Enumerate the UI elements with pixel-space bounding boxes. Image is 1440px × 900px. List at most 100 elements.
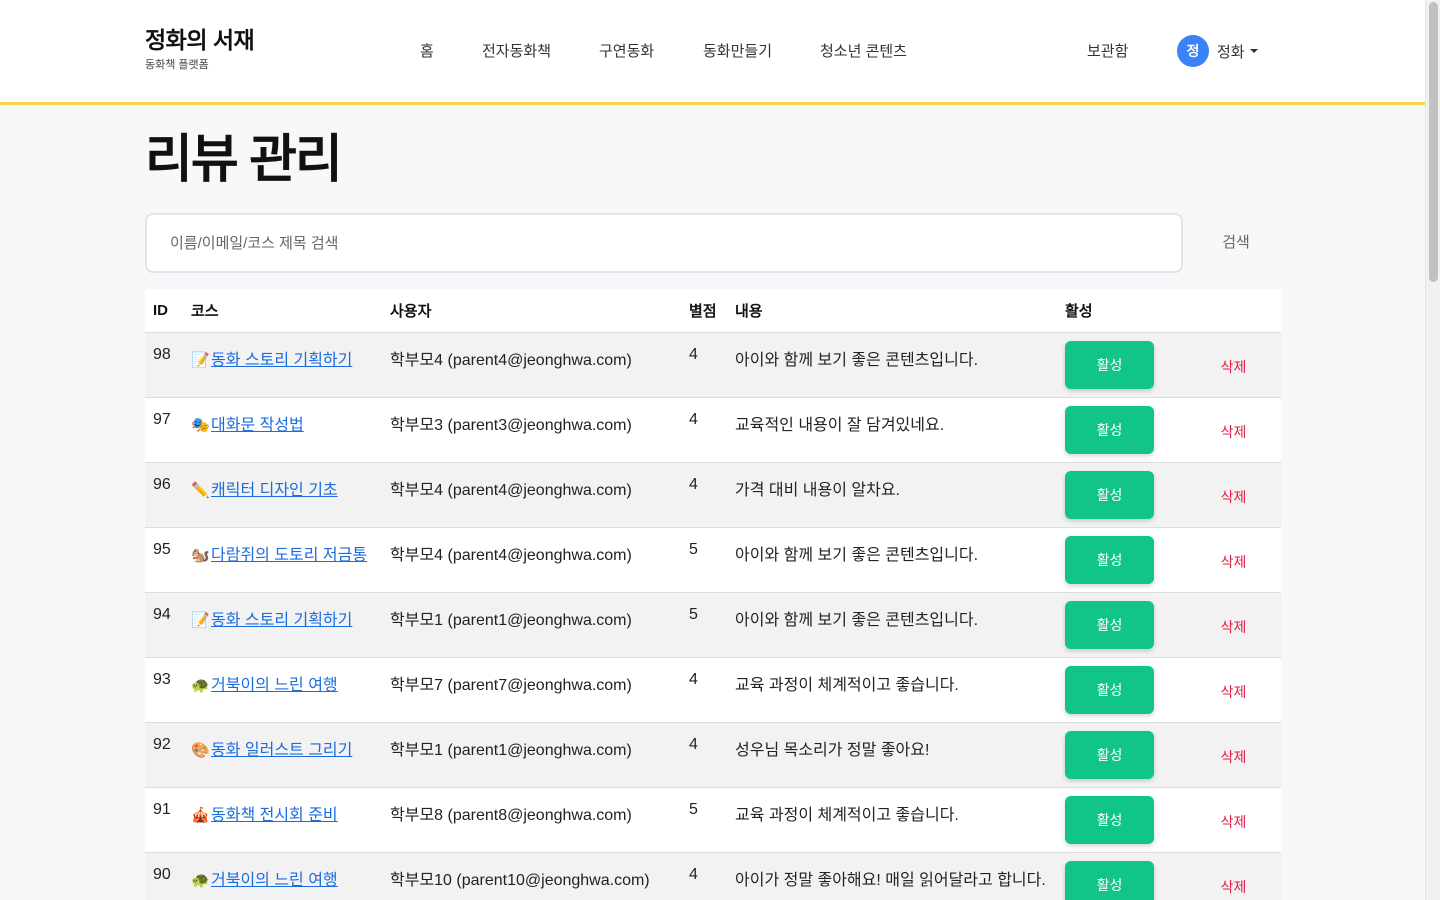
review-user: 학부모3 (parent3@jeonghwa.com) (390, 416, 632, 434)
active-toggle-button[interactable]: 활성 (1065, 600, 1154, 649)
table-row: 94 📝동화 스토리 기획하기 학부모1 (parent1@jeonghwa.com… (145, 592, 1281, 657)
course-link[interactable]: 📝동화 스토리 기획하기 (191, 612, 352, 629)
course-cell: 📝동화 스토리 기획하기 (183, 332, 382, 397)
caret-down-icon[interactable] (1249, 49, 1258, 53)
review-id: 97 (153, 410, 171, 428)
delete-cell: 삭제 (1170, 852, 1281, 900)
review-rating: 4 (689, 345, 698, 363)
active-toggle-button[interactable]: 활성 (1065, 340, 1154, 389)
delete-link[interactable]: 삭제 (1221, 489, 1247, 505)
active-toggle-button[interactable]: 활성 (1065, 665, 1154, 714)
active-toggle-button[interactable]: 활성 (1065, 730, 1154, 779)
course-link[interactable]: 📝동화 스토리 기획하기 (191, 352, 352, 369)
review-id: 92 (153, 735, 171, 753)
status-cell: 활성 (1057, 592, 1170, 657)
active-toggle-button[interactable]: 활성 (1065, 470, 1154, 519)
course-emoji-icon: 🐿️ (191, 546, 210, 564)
course-link[interactable]: 🐿️다람쥐의 도토리 저금통 (191, 547, 367, 564)
delete-link[interactable]: 삭제 (1221, 554, 1247, 570)
nav-youth-content[interactable]: 청소년 콘텐츠 (820, 40, 907, 61)
active-toggle-button[interactable]: 활성 (1065, 860, 1154, 900)
column-header-course: 코스 (191, 302, 219, 320)
nav-storytelling[interactable]: 구연동화 (599, 40, 654, 61)
course-cell: 🐢거북이의 느린 여행 (183, 657, 382, 722)
active-toggle-button[interactable]: 활성 (1065, 405, 1154, 454)
review-user: 학부모8 (parent8@jeonghwa.com) (390, 806, 632, 824)
course-cell: 📝동화 스토리 기획하기 (183, 592, 382, 657)
course-link[interactable]: ✏️캐릭터 디자인 기초 (191, 482, 338, 499)
user-menu[interactable]: 정 정화 (1177, 35, 1258, 67)
course-title[interactable]: 거북이의 느린 여행 (211, 677, 338, 694)
course-title[interactable]: 대화문 작성법 (211, 417, 304, 434)
nav-ebooks[interactable]: 전자동화책 (482, 40, 551, 61)
delete-link[interactable]: 삭제 (1221, 619, 1247, 635)
course-emoji-icon: ✏️ (191, 481, 210, 499)
course-title[interactable]: 동화책 전시회 준비 (211, 807, 338, 824)
status-cell: 활성 (1057, 852, 1170, 900)
delete-cell: 삭제 (1170, 462, 1281, 527)
status-cell: 활성 (1057, 397, 1170, 462)
table-row: 91 🎪동화책 전시회 준비 학부모8 (parent8@jeonghwa.com)… (145, 787, 1281, 852)
delete-link[interactable]: 삭제 (1221, 359, 1247, 375)
course-title[interactable]: 동화 스토리 기획하기 (211, 352, 352, 369)
table-body: 98 📝동화 스토리 기획하기 학부모4 (parent4@jeonghwa.com… (145, 332, 1281, 900)
active-toggle-button[interactable]: 활성 (1065, 535, 1154, 584)
course-cell: 🎭대화문 작성법 (183, 397, 382, 462)
status-cell: 활성 (1057, 332, 1170, 397)
delete-cell: 삭제 (1170, 722, 1281, 787)
course-cell: 🎨동화 일러스트 그리기 (183, 722, 382, 787)
course-title[interactable]: 동화 일러스트 그리기 (211, 742, 352, 759)
column-header-rating: 별점 (689, 302, 717, 320)
course-title[interactable]: 동화 스토리 기획하기 (211, 612, 352, 629)
table-row: 96 ✏️캐릭터 디자인 기초 학부모4 (parent4@jeonghwa.com… (145, 462, 1281, 527)
scrollbar-thumb[interactable] (1429, 2, 1438, 282)
page-title: 리뷰 관리 (145, 131, 343, 189)
avatar[interactable]: 정 (1177, 35, 1209, 67)
status-cell: 활성 (1057, 527, 1170, 592)
review-rating: 4 (689, 475, 698, 493)
review-rating: 5 (689, 540, 698, 558)
nav-story-making[interactable]: 동화만들기 (703, 40, 772, 61)
search-button[interactable]: 검색 (1222, 222, 1250, 264)
review-content: 교육 과정이 체계적이고 좋습니다. (735, 806, 959, 824)
course-link[interactable]: 🐢거북이의 느린 여행 (191, 872, 338, 889)
review-user: 학부모4 (parent4@jeonghwa.com) (390, 546, 632, 564)
course-link[interactable]: 🎭대화문 작성법 (191, 417, 304, 434)
delete-link[interactable]: 삭제 (1221, 424, 1247, 440)
review-id: 91 (153, 800, 171, 818)
delete-link[interactable]: 삭제 (1221, 879, 1247, 895)
review-user: 학부모4 (parent4@jeonghwa.com) (390, 351, 632, 369)
delete-link[interactable]: 삭제 (1221, 749, 1247, 765)
course-title[interactable]: 캐릭터 디자인 기초 (211, 482, 338, 499)
delete-link[interactable]: 삭제 (1221, 814, 1247, 830)
course-cell: ✏️캐릭터 디자인 기초 (183, 462, 382, 527)
review-content: 아이와 함께 보기 좋은 콘텐츠입니다. (735, 611, 979, 629)
course-title[interactable]: 거북이의 느린 여행 (211, 872, 338, 889)
course-title[interactable]: 다람쥐의 도토리 저금통 (211, 547, 367, 564)
status-cell: 활성 (1057, 787, 1170, 852)
review-rating: 4 (689, 410, 698, 428)
nav-storage[interactable]: 보관함 (1087, 40, 1128, 61)
table-row: 90 🐢거북이의 느린 여행 학부모10 (parent10@jeonghwa.co… (145, 852, 1281, 900)
user-name[interactable]: 정화 (1217, 41, 1245, 62)
review-content: 교육 과정이 체계적이고 좋습니다. (735, 676, 959, 694)
table-row: 97 🎭대화문 작성법 학부모3 (parent3@jeonghwa.com) 4 교육… (145, 397, 1281, 462)
delete-cell: 삭제 (1170, 397, 1281, 462)
review-rating: 4 (689, 670, 698, 688)
search-input[interactable] (145, 213, 1183, 273)
top-header: 정화의 서재 동화책 플랫폼 홈 전자동화책 구연동화 동화만들기 청소년 콘텐… (0, 0, 1425, 105)
review-user: 학부모7 (parent7@jeonghwa.com) (390, 676, 632, 694)
delete-link[interactable]: 삭제 (1221, 684, 1247, 700)
course-link[interactable]: 🐢거북이의 느린 여행 (191, 677, 338, 694)
course-emoji-icon: 🎭 (191, 416, 210, 434)
review-content: 아이와 함께 보기 좋은 콘텐츠입니다. (735, 546, 979, 564)
page-scrollbar[interactable] (1425, 0, 1440, 900)
review-content: 성우님 목소리가 정말 좋아요! (735, 741, 930, 759)
course-link[interactable]: 🎨동화 일러스트 그리기 (191, 742, 352, 759)
review-rating: 4 (689, 735, 698, 753)
nav-home[interactable]: 홈 (420, 40, 434, 61)
course-link[interactable]: 🎪동화책 전시회 준비 (191, 807, 338, 824)
review-id: 96 (153, 475, 171, 493)
active-toggle-button[interactable]: 활성 (1065, 795, 1154, 844)
course-cell: 🐢거북이의 느린 여행 (183, 852, 382, 900)
